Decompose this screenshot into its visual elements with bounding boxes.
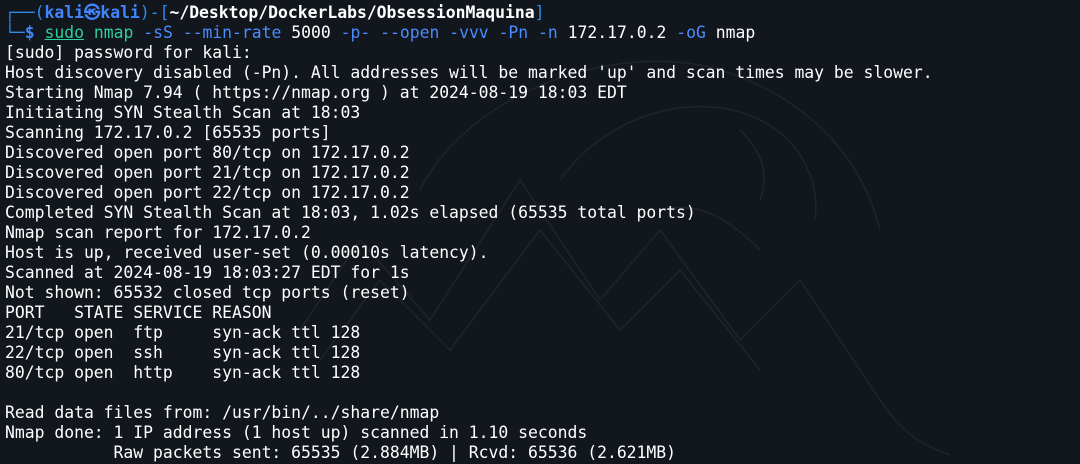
output-line: Discovered open port 22/tcp on 172.17.0.… — [5, 183, 410, 202]
port-table-row: 22/tcp open ssh syn-ack ttl 128 — [5, 343, 361, 362]
command-arg: -n — [538, 23, 558, 42]
output-line: Initiating SYN Stealth Scan at 18:03 — [5, 103, 361, 122]
prompt-user: kali — [44, 3, 84, 22]
prompt-corner-top: ┌──( — [5, 3, 45, 22]
command-program: nmap — [93, 23, 134, 42]
command-arg: 5000 — [291, 23, 331, 42]
output-line: Nmap done: 1 IP address (1 host up) scan… — [5, 423, 588, 442]
output-line: Not shown: 65532 closed tcp ports (reset… — [5, 283, 410, 302]
output-blank-line — [5, 383, 1080, 403]
kali-skull-icon: ㉿ — [83, 3, 101, 22]
output-line: Scanned at 2024-08-19 18:03:27 EDT for 1… — [5, 263, 410, 282]
output-line: Raw packets sent: 65535 (2.884MB) | Rcvd… — [5, 443, 677, 462]
output-line: Discovered open port 80/tcp on 172.17.0.… — [5, 143, 410, 162]
output-line: Host is up, received user-set (0.00010s … — [5, 243, 489, 262]
command-arg: -p- — [340, 23, 371, 42]
command-sudo: sudo — [44, 23, 84, 42]
command-line[interactable]: └─$ sudo nmap -sS --min-rate 5000 -p- --… — [5, 23, 1080, 43]
output-line: Read data files from: /usr/bin/../share/… — [5, 403, 440, 422]
output-line: Discovered open port 21/tcp on 172.17.0.… — [5, 163, 410, 182]
prompt-line-top: ┌──(kali㉿kali)-[~/Desktop/DockerLabs/Obs… — [5, 3, 1080, 23]
prompt-dollar: $ — [24, 23, 35, 42]
terminal-window[interactable]: ┌──(kali㉿kali)-[~/Desktop/DockerLabs/Obs… — [0, 0, 1080, 464]
output-line: Host discovery disabled (-Pn). All addre… — [5, 63, 933, 82]
command-arg: --open — [380, 23, 440, 42]
port-table-row: 21/tcp open ftp syn-ack ttl 128 — [5, 323, 361, 342]
port-table-row: 80/tcp open http syn-ack ttl 128 — [5, 363, 361, 382]
command-arg: -sS — [143, 23, 173, 42]
prompt-separator: )-[ — [139, 3, 170, 22]
command-arg: --min-rate — [182, 23, 282, 42]
command-arg: -oG — [676, 23, 706, 42]
prompt-close-bracket: ] — [534, 3, 545, 22]
prompt-corner-bottom: └─ — [5, 23, 25, 42]
output-line: Completed SYN Stealth Scan at 18:03, 1.0… — [5, 203, 696, 222]
command-arg: -Pn — [498, 23, 529, 42]
command-arg: -vvv — [449, 23, 489, 42]
output-line: Starting Nmap 7.94 ( https://nmap.org ) … — [5, 83, 627, 102]
prompt-path: ~/Desktop/DockerLabs/ObsessionMaquina — [169, 3, 535, 22]
output-line: Scanning 172.17.0.2 [65535 ports] — [5, 123, 331, 142]
port-table-header: PORT STATE SERVICE REASON — [5, 303, 272, 322]
command-target: 172.17.0.2 — [567, 23, 667, 42]
prompt-host: kali — [100, 3, 140, 22]
command-outfile: nmap — [715, 23, 756, 42]
output-line: [sudo] password for kali: — [5, 43, 252, 62]
output-line: Nmap scan report for 172.17.0.2 — [5, 223, 311, 242]
